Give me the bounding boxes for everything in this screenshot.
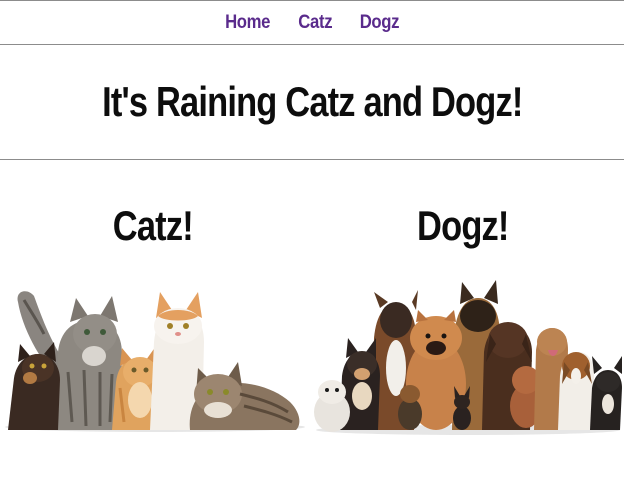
dogs-heading: Dogz! xyxy=(417,202,509,249)
main-nav: Home Catz Dogz xyxy=(0,1,624,44)
cats-heading: Catz! xyxy=(112,202,194,249)
nav-link-dogz[interactable]: Dogz xyxy=(360,12,400,34)
nav-link-home[interactable]: Home xyxy=(225,12,270,34)
page-title: It's Raining Catz and Dogz! xyxy=(101,78,523,125)
page-title-container: It's Raining Catz and Dogz! xyxy=(0,45,624,159)
header-divider xyxy=(0,159,624,160)
cats-heading-container: Catz! xyxy=(53,196,253,256)
dogs-heading-container: Dogz! xyxy=(363,196,563,256)
cats-group-photo xyxy=(5,291,305,432)
dogs-group-photo xyxy=(314,280,622,435)
nav-link-catz[interactable]: Catz xyxy=(298,12,332,34)
